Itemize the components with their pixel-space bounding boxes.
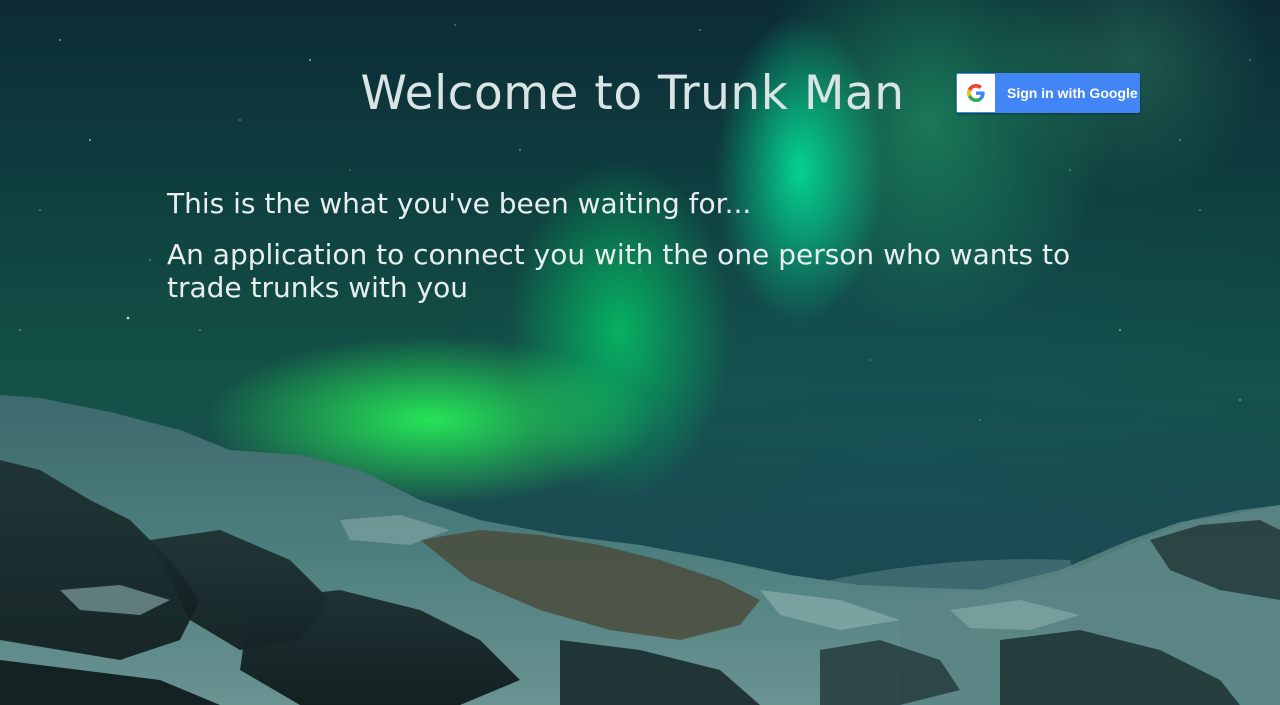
landing-page: Welcome to Trunk Man Sign in with Google… (0, 0, 1280, 705)
google-g-icon (957, 74, 995, 112)
description-text: An application to connect you with the o… (167, 238, 1071, 304)
google-sign-in-button[interactable]: Sign in with Google (956, 73, 1140, 113)
intro-text: This is the what you've been waiting for… (167, 187, 752, 220)
google-sign-in-label: Sign in with Google (1007, 85, 1138, 101)
